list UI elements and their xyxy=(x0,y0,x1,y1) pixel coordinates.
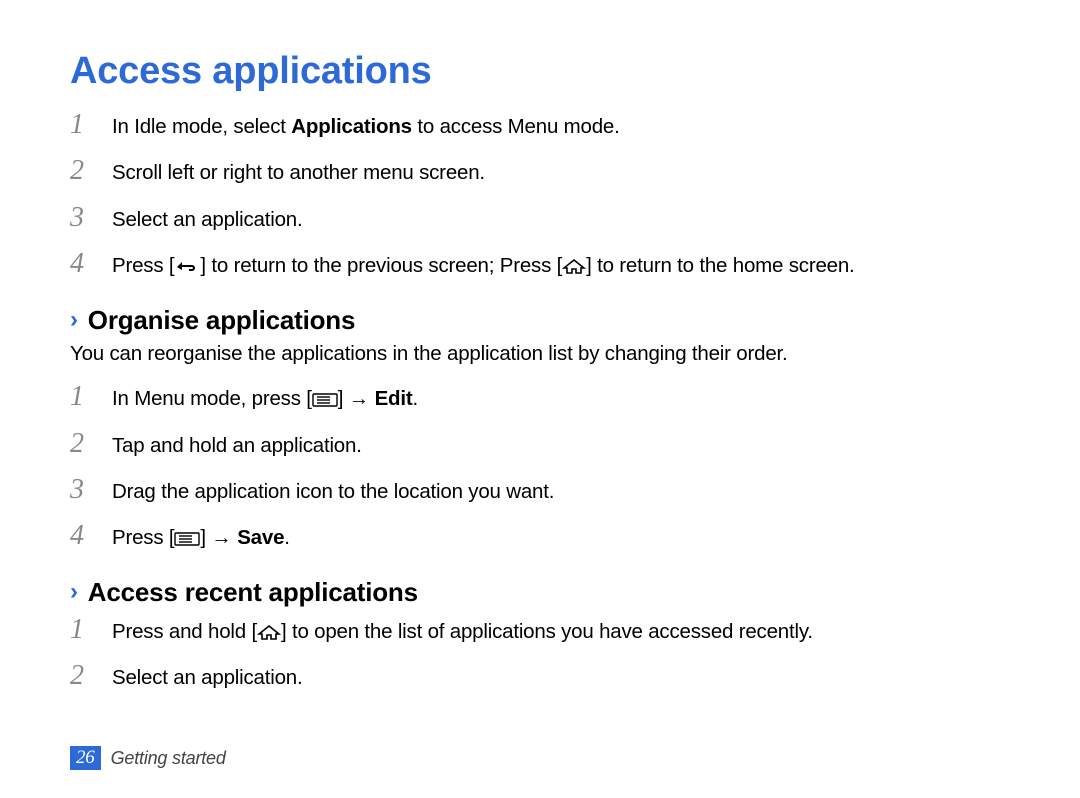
sub-heading: Organise applications xyxy=(88,305,355,336)
organise-heading: › Organise applications xyxy=(70,305,1010,336)
step-text: Drag the application icon to the locatio… xyxy=(112,479,1010,506)
org-step-3: 3 Drag the application icon to the locat… xyxy=(70,472,1010,508)
org-step-2: 2 Tap and hold an application. xyxy=(70,426,1010,462)
step-4: 4 Press [] to return to the previous scr… xyxy=(70,246,1010,282)
step-number: 4 xyxy=(70,518,112,554)
step-number: 2 xyxy=(70,658,112,694)
step-text: Press and hold [] to open the list of ap… xyxy=(112,619,1010,646)
org-step-4: 4 Press [] → Save. xyxy=(70,518,1010,554)
chevron-icon: › xyxy=(70,308,78,332)
step-3: 3 Select an application. xyxy=(70,200,1010,236)
step-number: 2 xyxy=(70,153,112,189)
home-icon xyxy=(257,624,281,640)
step-text: Select an application. xyxy=(112,207,1010,234)
step-text: Press [] to return to the previous scree… xyxy=(112,253,1010,280)
recent-heading: › Access recent applications xyxy=(70,577,1010,608)
step-text: Scroll left or right to another menu scr… xyxy=(112,160,1010,187)
step-text: Press [] → Save. xyxy=(112,525,1010,552)
step-number: 1 xyxy=(70,612,112,648)
back-icon xyxy=(174,258,200,274)
step-text: In Idle mode, select Applications to acc… xyxy=(112,114,1010,141)
page-number: 26 xyxy=(70,746,101,770)
step-number: 4 xyxy=(70,246,112,282)
step-number: 3 xyxy=(70,472,112,508)
menu-icon xyxy=(312,393,338,407)
chevron-icon: › xyxy=(70,580,78,604)
page-title: Access applications xyxy=(70,50,1010,93)
step-number: 2 xyxy=(70,426,112,462)
rec-step-2: 2 Select an application. xyxy=(70,658,1010,694)
rec-step-1: 1 Press and hold [] to open the list of … xyxy=(70,612,1010,648)
footer-section: Getting started xyxy=(111,748,226,769)
step-text: In Menu mode, press [] → Edit. xyxy=(112,386,1010,413)
step-text: Select an application. xyxy=(112,665,1010,692)
main-steps: 1 In Idle mode, select Applications to a… xyxy=(70,107,1010,283)
step-number: 1 xyxy=(70,107,112,143)
sub-heading: Access recent applications xyxy=(88,577,418,608)
step-2: 2 Scroll left or right to another menu s… xyxy=(70,153,1010,189)
organise-steps: 1 In Menu mode, press [] → Edit. 2 Tap a… xyxy=(70,379,1010,555)
step-text: Tap and hold an application. xyxy=(112,433,1010,460)
organise-intro: You can reorganise the applications in t… xyxy=(70,340,1010,368)
home-icon xyxy=(562,258,586,274)
page-footer: 26 Getting started xyxy=(70,746,226,770)
org-step-1: 1 In Menu mode, press [] → Edit. xyxy=(70,379,1010,415)
recent-steps: 1 Press and hold [] to open the list of … xyxy=(70,612,1010,695)
step-number: 3 xyxy=(70,200,112,236)
menu-icon xyxy=(174,532,200,546)
step-1: 1 In Idle mode, select Applications to a… xyxy=(70,107,1010,143)
step-number: 1 xyxy=(70,379,112,415)
